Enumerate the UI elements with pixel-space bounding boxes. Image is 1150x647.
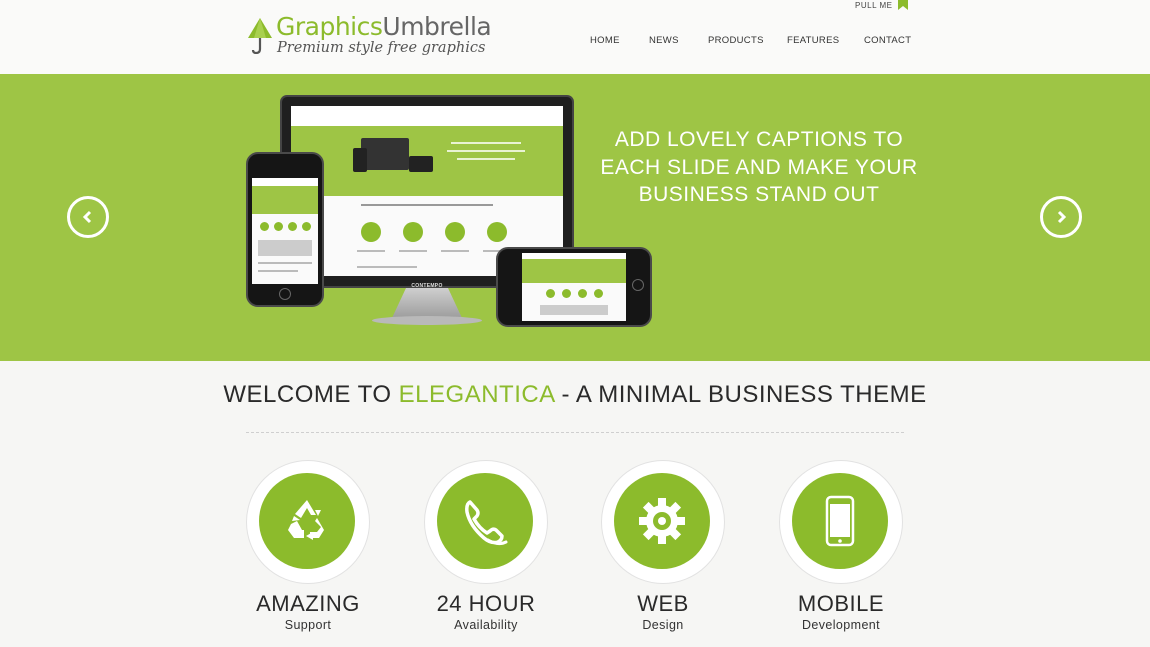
nav-features[interactable]: FEATURES bbox=[787, 35, 839, 46]
feature-title: 24 HOUR bbox=[436, 591, 536, 616]
feature-icon-circle bbox=[259, 473, 355, 569]
feature-subtitle: Design bbox=[642, 618, 684, 632]
slide-caption-line-3: BUSINESS STAND OUT bbox=[638, 183, 880, 206]
feature-subtitle: Support bbox=[284, 618, 332, 632]
site-header: GraphicsUmbrella Premium style free grap… bbox=[0, 0, 1150, 74]
feature-icon-circle bbox=[792, 473, 888, 569]
nav-contact[interactable]: CONTACT bbox=[864, 35, 911, 46]
portrait-phone-screen bbox=[252, 178, 318, 284]
slide-caption-line-1: ADD LOVELY CAPTIONS TO bbox=[614, 128, 904, 151]
monitor-stand-base bbox=[372, 316, 482, 325]
section-divider bbox=[246, 432, 904, 433]
feature-amazing-support[interactable]: AMAZING Support bbox=[246, 460, 370, 640]
feature-24-hour-availability[interactable]: 24 HOUR Availability bbox=[424, 460, 548, 640]
feature-subtitle: Availability bbox=[454, 618, 518, 632]
landscape-phone bbox=[496, 247, 652, 327]
pull-me-label: PULL ME bbox=[855, 0, 893, 10]
hero-slider: CONTEMPO ADD LOVELY CAPTIONS TO EACH SLI… bbox=[0, 74, 1150, 361]
feature-icon-circle bbox=[437, 473, 533, 569]
slide-caption: ADD LOVELY CAPTIONS TO EACH SLIDE AND MA… bbox=[597, 126, 921, 209]
chevron-right-icon bbox=[1057, 210, 1067, 224]
slide-caption-line-2: EACH SLIDE AND MAKE YOUR bbox=[600, 155, 918, 179]
landscape-phone-screen bbox=[522, 253, 626, 321]
feature-title: AMAZING bbox=[256, 591, 360, 616]
welcome-heading: WELCOME TO ELEGANTICA - A MINIMAL BUSINE… bbox=[0, 381, 1150, 409]
welcome-prefix: WELCOME TO bbox=[223, 381, 399, 408]
main-nav: HOME NEWS PRODUCTS FEATURES CONTACT bbox=[0, 35, 1150, 49]
nav-home[interactable]: HOME bbox=[590, 35, 620, 46]
feature-title: WEB bbox=[637, 591, 689, 616]
slider-next-button[interactable] bbox=[1040, 196, 1082, 238]
recycle-icon bbox=[288, 500, 324, 540]
welcome-suffix: - A MINIMAL BUSINESS THEME bbox=[554, 381, 927, 408]
slider-prev-button[interactable] bbox=[67, 196, 109, 238]
feature-icon-circle bbox=[614, 473, 710, 569]
nav-news[interactable]: NEWS bbox=[649, 35, 679, 46]
feature-subtitle: Development bbox=[801, 618, 881, 632]
landscape-phone-home-button bbox=[632, 279, 644, 291]
phone-home-button bbox=[279, 288, 291, 300]
ribbon-flag-icon bbox=[898, 0, 909, 10]
pull-me-tab[interactable]: PULL ME bbox=[855, 0, 909, 12]
feature-title: MOBILE bbox=[797, 591, 885, 616]
welcome-brand: ELEGANTICA bbox=[398, 381, 555, 408]
nav-products[interactable]: PRODUCTS bbox=[708, 35, 764, 46]
monitor-stand bbox=[392, 288, 462, 318]
gear-icon bbox=[639, 498, 685, 544]
mobile-phone-icon bbox=[825, 495, 855, 547]
portrait-phone bbox=[246, 152, 324, 307]
phone-handset-icon bbox=[465, 500, 508, 546]
feature-mobile-development[interactable]: MOBILE Development bbox=[779, 460, 903, 640]
chevron-left-icon bbox=[82, 210, 92, 224]
feature-web-design[interactable]: WEB Design bbox=[601, 460, 725, 640]
